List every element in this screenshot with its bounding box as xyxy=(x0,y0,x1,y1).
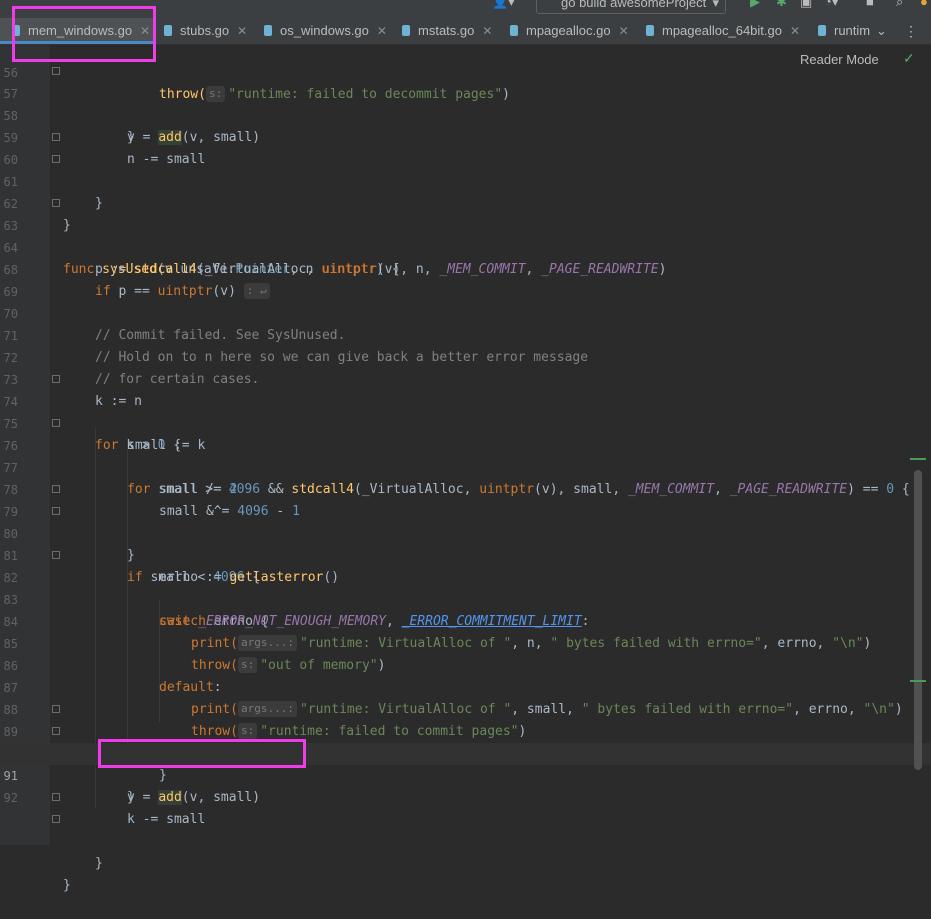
code-line-61: 61 } xyxy=(0,149,931,233)
reader-mode-toggle[interactable]: Reader Mode xyxy=(800,52,879,67)
close-icon[interactable]: ✕ xyxy=(790,24,800,38)
debug-icon[interactable]: ✱ xyxy=(776,0,787,10)
chevron-down-icon: ▾ xyxy=(712,0,719,10)
change-marker xyxy=(910,680,926,682)
profile-icon[interactable]: ◔▾ xyxy=(824,0,838,10)
run-icon[interactable]: ▶ xyxy=(750,0,760,10)
notification-icon[interactable]: ● xyxy=(920,0,928,9)
close-icon[interactable]: ✕ xyxy=(619,24,629,38)
code-line-59: 59 n -= small xyxy=(0,105,931,167)
code-line-87: 87 print(args...: "runtime: VirtualAlloc … xyxy=(0,655,931,717)
run-configuration-dropdown[interactable]: go build awesomeProject ▾ xyxy=(536,0,726,14)
go-file-icon xyxy=(510,25,518,36)
code-line-93: } xyxy=(0,809,931,893)
user-icon[interactable]: 👤▾ xyxy=(492,0,515,10)
scrollbar-thumb[interactable] xyxy=(914,470,922,770)
code-line-92: } xyxy=(0,787,931,871)
coverage-icon[interactable]: ▣ xyxy=(800,0,812,10)
code-line-84: 84 print(args...: "runtime: VirtualAlloc … xyxy=(0,589,931,651)
tab-label: mpagealloc_64bit.go xyxy=(662,23,782,38)
code-line-71: 71 // Hold on to n here so we can give b… xyxy=(0,303,931,365)
code-line-91: 92 k -= small xyxy=(0,765,931,827)
stop-icon[interactable]: ■ xyxy=(866,0,874,9)
go-file-icon xyxy=(818,25,826,36)
fold-marker-icon[interactable] xyxy=(52,705,60,713)
code-line-72: 72 // for certain cases. xyxy=(0,325,931,387)
fold-marker-icon[interactable] xyxy=(52,155,60,163)
tab-label: os_windows.go xyxy=(280,23,369,38)
code-line-76: 76 for small >= 4096 && stdcall4(_Virtua… xyxy=(0,413,931,497)
fold-marker-icon[interactable] xyxy=(52,793,60,801)
code-text: } xyxy=(95,856,103,871)
tab-label: mpagealloc.go xyxy=(526,23,611,38)
go-file-icon xyxy=(646,25,654,36)
code-text: } xyxy=(63,878,71,893)
code-line-82: 82 switch errno { xyxy=(0,545,931,629)
code-line-63: 63 func sysUsed(v unsafe.Pointer, n uint… xyxy=(0,193,931,277)
close-icon[interactable]: ✕ xyxy=(482,24,492,38)
go-file-icon xyxy=(402,25,410,36)
code-line-83: 83 case _ERROR_NOT_ENOUGH_MEMORY, _ERROR… xyxy=(0,567,931,629)
code-line-89: 89 } xyxy=(0,699,931,783)
code-line-88: 88 throw(s: "runtime: failed to commit pa… xyxy=(0,677,931,739)
fold-marker-icon[interactable] xyxy=(52,419,60,427)
code-line-78: 78 small &^= 4096 - 1 xyxy=(0,457,931,519)
change-marker xyxy=(910,458,926,460)
fold-marker-icon[interactable] xyxy=(52,551,60,559)
search-icon[interactable]: ⌕ xyxy=(896,0,903,10)
fold-marker-icon[interactable] xyxy=(52,133,60,141)
code-editor[interactable]: 56 throw(s: "runtime: failed to decommit … xyxy=(0,44,931,893)
code-line-60: 60 } xyxy=(0,127,931,211)
code-line-62: 62 xyxy=(0,171,931,211)
code-line-79: 79 } xyxy=(0,479,931,563)
code-line-81: 81 errno := getlasterror() xyxy=(0,523,931,585)
tab-label: runtim xyxy=(834,23,870,38)
tab-label: mstats.go xyxy=(418,23,475,38)
check-icon: ✓ xyxy=(903,50,915,66)
close-icon[interactable]: ✕ xyxy=(237,24,247,38)
code-line-69: 69 xyxy=(0,259,931,299)
code-line-58: 58 v = add(v, small) xyxy=(0,83,931,145)
fold-marker-icon[interactable] xyxy=(52,199,60,207)
go-file-icon xyxy=(164,25,172,36)
code-line-74: 74 for k > 0 { xyxy=(0,369,931,453)
code-line-64: 64 p := stdcall4(_VirtualAlloc, uintptr(… xyxy=(0,215,931,277)
tab-label: stubs.go xyxy=(180,23,230,38)
fold-marker-icon[interactable] xyxy=(52,67,60,75)
code-line-77: 77 small /= 2 xyxy=(0,435,931,497)
close-icon[interactable]: ✕ xyxy=(377,24,387,38)
highlight-box-line xyxy=(98,739,306,768)
code-line-80: 80 if small < 4096 { xyxy=(0,501,931,585)
fold-marker-icon[interactable] xyxy=(52,375,60,383)
code-line-70: 70 // Commit failed. See SysUnused. xyxy=(0,281,931,343)
code-line-68: 68 if p == uintptr(v) : ↵ xyxy=(0,237,931,299)
code-line-73: 73 k := n xyxy=(0,347,931,409)
code-line-75: 75 small := k xyxy=(0,391,931,453)
fold-marker-icon[interactable] xyxy=(52,727,60,735)
code-line-86: 86 default: xyxy=(0,633,931,695)
fold-marker-icon[interactable] xyxy=(52,485,60,493)
fold-marker-icon[interactable] xyxy=(52,815,60,823)
fold-marker-icon[interactable] xyxy=(52,507,60,515)
run-config-label: go build awesomeProject xyxy=(561,0,707,10)
highlight-box-tab xyxy=(12,6,156,62)
go-file-icon xyxy=(264,25,272,36)
code-line-85: 85 throw(s: "out of memory") xyxy=(0,611,931,673)
code-line-57: 57 } xyxy=(0,61,931,145)
